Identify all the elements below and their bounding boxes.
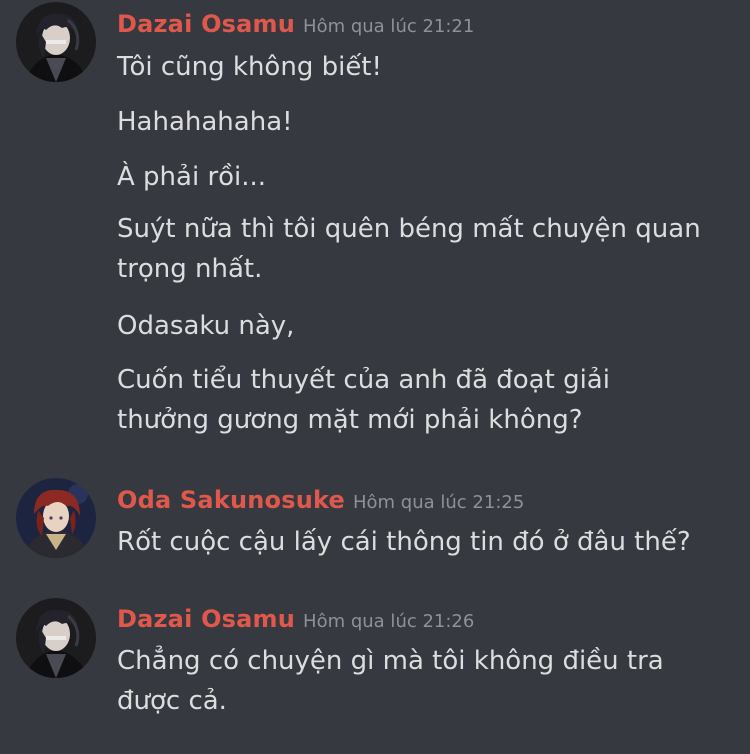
message-text: Cuốn tiểu thuyết của anh đã đoạt giải th…: [117, 365, 610, 435]
message-text: Rốt cuộc cậu lấy cái thông tin đó ở đâu …: [117, 527, 691, 557]
author-name[interactable]: Dazai Osamu: [117, 605, 295, 633]
author-name[interactable]: Oda Sakunosuke: [117, 486, 345, 514]
message-text: À phải rồi...: [117, 162, 267, 192]
message-text: Suýt nữa thì tôi quên béng mất chuyện qu…: [117, 214, 701, 284]
message-timestamp: Hôm qua lúc 21:21: [303, 16, 475, 37]
dazai-avatar-icon[interactable]: [16, 2, 96, 82]
message-timestamp: Hôm qua lúc 21:25: [353, 492, 525, 513]
oda-avatar-icon[interactable]: [16, 478, 96, 558]
message-text: Odasaku này,: [117, 311, 295, 341]
author-name[interactable]: Dazai Osamu: [117, 10, 295, 38]
message-timestamp: Hôm qua lúc 21:26: [303, 611, 475, 632]
message-text: Hahahahaha!: [117, 107, 293, 137]
message-text: Chẳng có chuyện gì mà tôi không điều tra…: [117, 646, 664, 716]
message-text: Tôi cũng không biết!: [117, 52, 382, 82]
dazai-avatar-icon[interactable]: [16, 598, 96, 678]
